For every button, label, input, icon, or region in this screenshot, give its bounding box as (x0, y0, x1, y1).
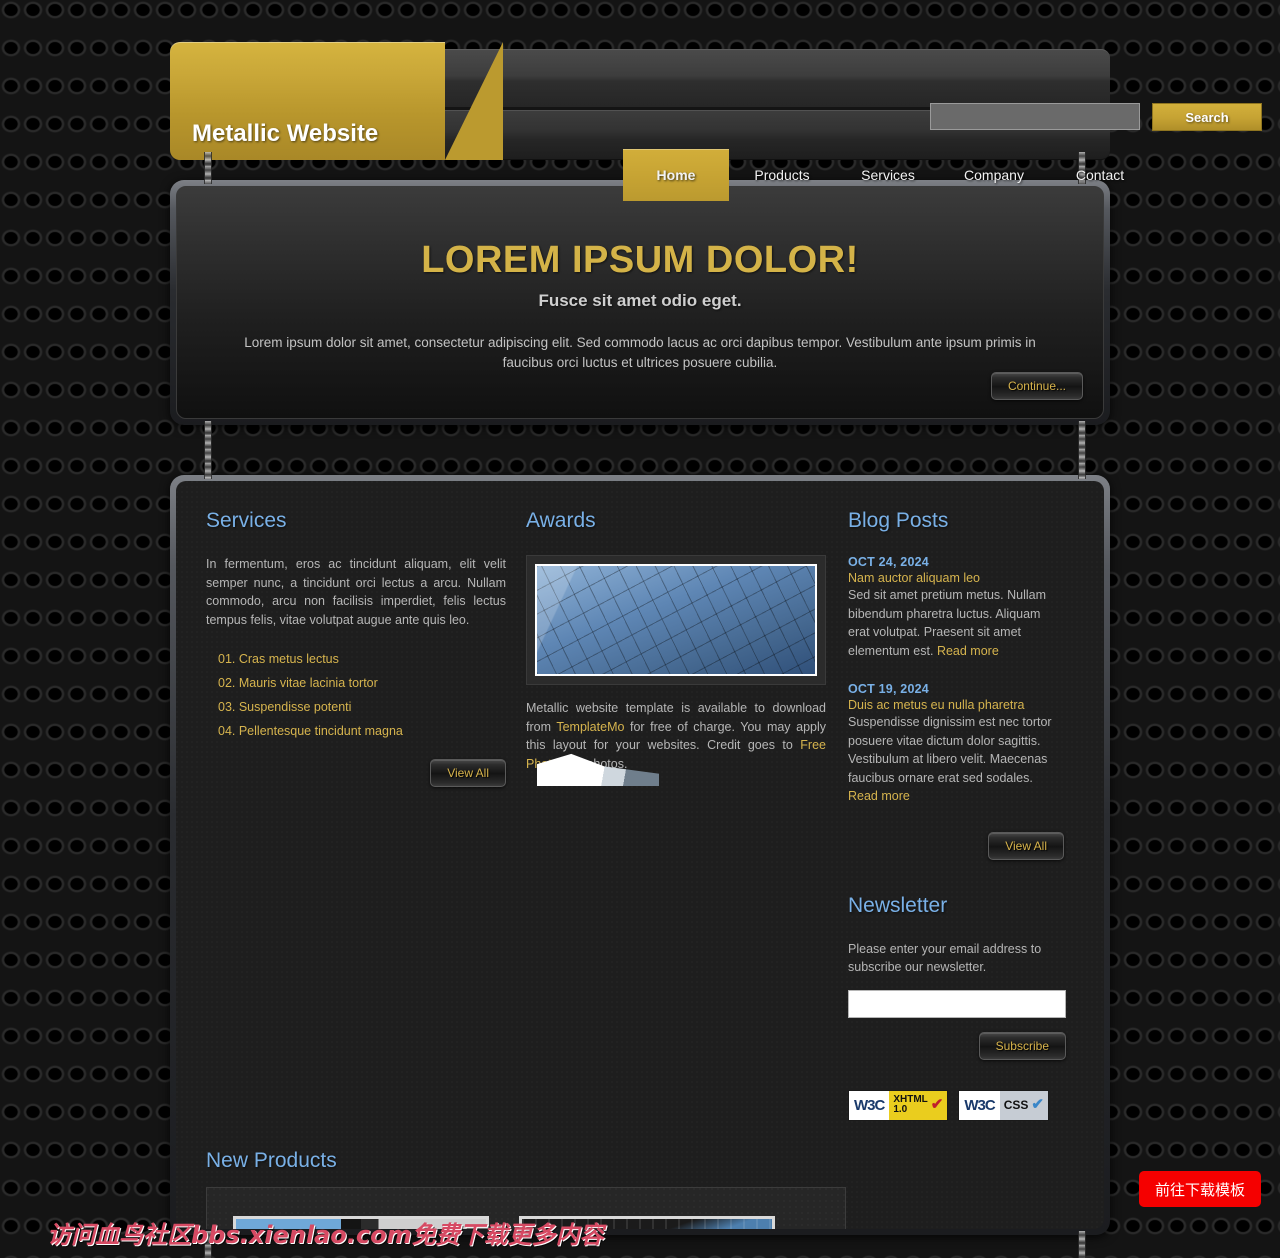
check-mark-icon: ✔ (930, 1096, 944, 1113)
blog-post-title[interactable]: Nam auctor aliquam leo (848, 571, 1064, 585)
search-input[interactable] (930, 103, 1140, 130)
blog-spacer (848, 660, 1064, 682)
awards-column: Awards Metallic website template is avai… (506, 509, 826, 1121)
awards-heading: Awards (526, 509, 596, 532)
blog-read-more-link[interactable]: Read more (937, 644, 999, 658)
blog-column: Blog Posts OCT 24, 2024 Nam auctor aliqu… (826, 509, 1066, 1121)
site-watermark: 访问血鸟社区bbs.xienlao.com免费下载更多内容 (47, 1221, 604, 1249)
services-list-item[interactable]: 02. Mauris vitae lacinia tortor (206, 671, 506, 695)
nav-item-company[interactable]: Company (941, 149, 1047, 201)
main-navigation: Home Products Services Company Contact (623, 149, 1153, 201)
blog-button-row: View All (848, 831, 1064, 860)
nav-item-home[interactable]: Home (623, 149, 729, 201)
content-columns: Services In fermentum, eros ac tincidunt… (206, 509, 1074, 1121)
header-top-bar (432, 49, 1110, 107)
new-products-heading: New Products (206, 1148, 337, 1172)
blog-post: OCT 19, 2024 Duis ac metus eu nulla phar… (848, 682, 1064, 806)
page-root: Metallic Website Search Home Products Se… (0, 0, 1280, 1258)
subscribe-button[interactable]: Subscribe (978, 1031, 1066, 1060)
blog-post-text: Suspendisse dignissim est nec tortor pos… (848, 713, 1064, 806)
content-panel-inner: Services In fermentum, eros ac tincidunt… (176, 481, 1104, 1229)
site-logo-text: Metallic Website (192, 120, 379, 147)
newsletter-email-input[interactable] (848, 989, 1066, 1018)
blog-heading: Blog Posts (848, 509, 949, 532)
awards-photo (535, 564, 817, 676)
w3c-logo-icon: W3C (959, 1090, 1000, 1120)
blog-post-text: Sed sit amet pretium metus. Nullam biben… (848, 586, 1064, 660)
blog-post-date: OCT 24, 2024 (848, 555, 929, 569)
check-mark-icon: ✔ (1031, 1096, 1044, 1113)
hero-button-row: Continue... (990, 372, 1083, 400)
services-list-item[interactable]: 04. Pellentesque tincidunt magna (206, 719, 506, 743)
awards-image-frame (526, 555, 826, 685)
chain-right-mid (1078, 421, 1086, 479)
search-button[interactable]: Search (1152, 103, 1262, 131)
blog-post-excerpt: Suspendisse dignissim est nec tortor pos… (848, 715, 1052, 785)
services-column: Services In fermentum, eros ac tincidunt… (206, 509, 506, 1121)
newsletter-heading: Newsletter (848, 893, 948, 917)
hero-body: Lorem ipsum dolor sit amet, consectetur … (244, 335, 1036, 370)
download-template-button[interactable]: 前往下载模板 (1139, 1171, 1261, 1207)
blog-post-title[interactable]: Duis ac metus eu nulla pharetra (848, 698, 1064, 712)
blog-view-all-button[interactable]: View All (988, 831, 1064, 860)
validation-badges: W3C XHTML 1.0 ✔ W3C CSS ✔ (848, 1089, 1066, 1121)
blog-post-date: OCT 19, 2024 (848, 682, 929, 696)
hero-subtitle: Fusce sit amet odio eget. (538, 291, 742, 310)
services-list-item[interactable]: 03. Suspendisse potenti (206, 695, 506, 719)
newsletter-section: Newsletter Please enter your email addre… (848, 894, 1066, 1121)
hero-panel: LOREM IPSUM DOLOR! Fusce sit amet odio e… (170, 180, 1110, 425)
chain-right-bottom (1078, 1231, 1086, 1258)
css-badge-standard: CSS (1003, 1098, 1029, 1112)
blog-read-more-link[interactable]: Read more (848, 789, 910, 803)
newsletter-button-row: Subscribe (848, 1031, 1066, 1060)
continue-button[interactable]: Continue... (990, 372, 1083, 400)
nav-item-products[interactable]: Products (729, 149, 835, 201)
css-badge-label: CSS ✔ (999, 1090, 1048, 1120)
css-validator-badge[interactable]: W3C CSS ✔ (958, 1089, 1049, 1121)
hero-title: LOREM IPSUM DOLOR! (421, 239, 859, 281)
hero-panel-inner: LOREM IPSUM DOLOR! Fusce sit amet odio e… (176, 186, 1104, 419)
nav-item-services[interactable]: Services (835, 149, 941, 201)
services-view-all-button[interactable]: View All (430, 759, 506, 787)
services-list-item[interactable]: 01. Cras metus lectus (206, 647, 506, 671)
nav-item-contact[interactable]: Contact (1047, 149, 1153, 201)
services-heading: Services (206, 509, 287, 532)
blog-post: OCT 24, 2024 Nam auctor aliquam leo Sed … (848, 555, 1064, 660)
newsletter-text: Please enter your email address to subsc… (848, 941, 1042, 974)
chain-left-mid (204, 421, 212, 479)
site-header: Metallic Website Search Home Products Se… (170, 42, 1262, 201)
content-panel: Services In fermentum, eros ac tincidunt… (170, 475, 1110, 1235)
xhtml-validator-badge[interactable]: W3C XHTML 1.0 ✔ (848, 1089, 949, 1121)
services-button-row: View All (206, 759, 506, 787)
xhtml-badge-version: 1.0 (893, 1104, 908, 1115)
xhtml-badge-label: XHTML 1.0 ✔ (889, 1090, 948, 1120)
services-list: 01. Cras metus lectus 02. Mauris vitae l… (206, 647, 506, 743)
w3c-logo-icon: W3C (849, 1090, 890, 1120)
services-body: In fermentum, eros ac tincidunt aliquam,… (206, 557, 506, 627)
chain-left-top (204, 152, 212, 184)
templatemo-link[interactable]: TemplateMo (556, 720, 624, 734)
